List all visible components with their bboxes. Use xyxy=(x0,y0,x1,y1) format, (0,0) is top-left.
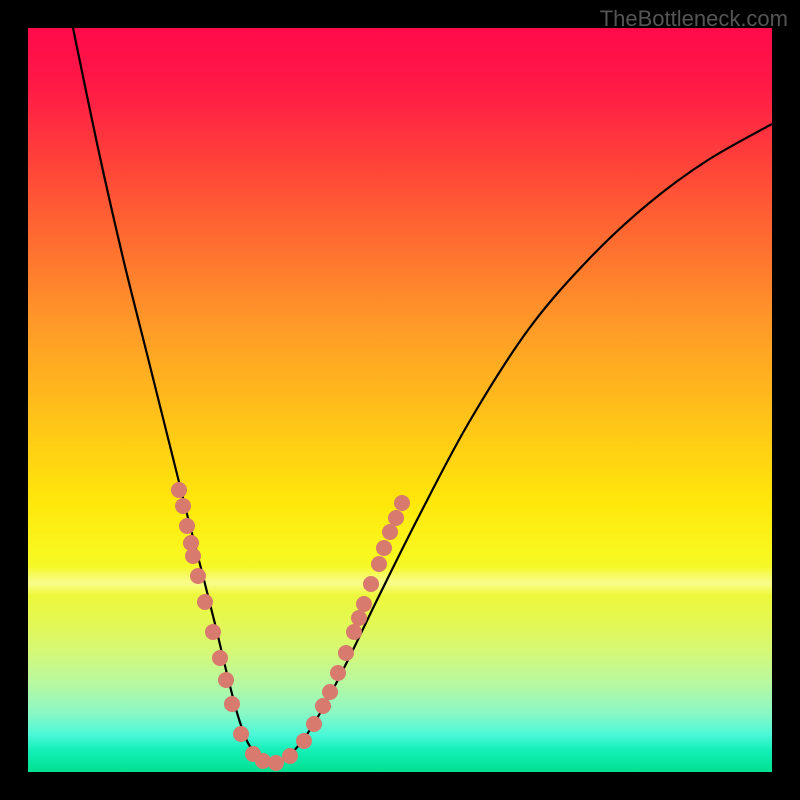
curve-marker xyxy=(330,665,346,681)
curve-marker xyxy=(351,610,367,626)
curve-marker xyxy=(185,548,201,564)
curve-marker xyxy=(197,594,213,610)
curve-marker xyxy=(363,576,379,592)
chart-frame xyxy=(28,28,772,772)
curve-marker xyxy=(175,498,191,514)
curve-marker xyxy=(282,748,298,764)
curve-marker xyxy=(315,698,331,714)
curve-marker xyxy=(371,556,387,572)
curve-marker xyxy=(306,716,322,732)
curve-marker xyxy=(190,568,206,584)
curve-marker xyxy=(224,696,240,712)
bottleneck-curve xyxy=(73,28,772,764)
curve-marker xyxy=(322,684,338,700)
curve-marker xyxy=(268,755,284,771)
curve-marker xyxy=(382,524,398,540)
curve-marker xyxy=(394,495,410,511)
curve-marker xyxy=(346,624,362,640)
curve-marker xyxy=(356,596,372,612)
curve-marker xyxy=(171,482,187,498)
chart-svg xyxy=(28,28,772,772)
curve-markers-group xyxy=(171,482,410,771)
curve-marker xyxy=(218,672,234,688)
curve-marker xyxy=(205,624,221,640)
watermark-text: TheBottleneck.com xyxy=(600,6,788,32)
curve-marker xyxy=(338,645,354,661)
curve-marker xyxy=(388,510,404,526)
curve-marker xyxy=(376,540,392,556)
curve-marker xyxy=(296,733,312,749)
curve-marker xyxy=(233,726,249,742)
curve-marker xyxy=(212,650,228,666)
curve-marker xyxy=(179,518,195,534)
